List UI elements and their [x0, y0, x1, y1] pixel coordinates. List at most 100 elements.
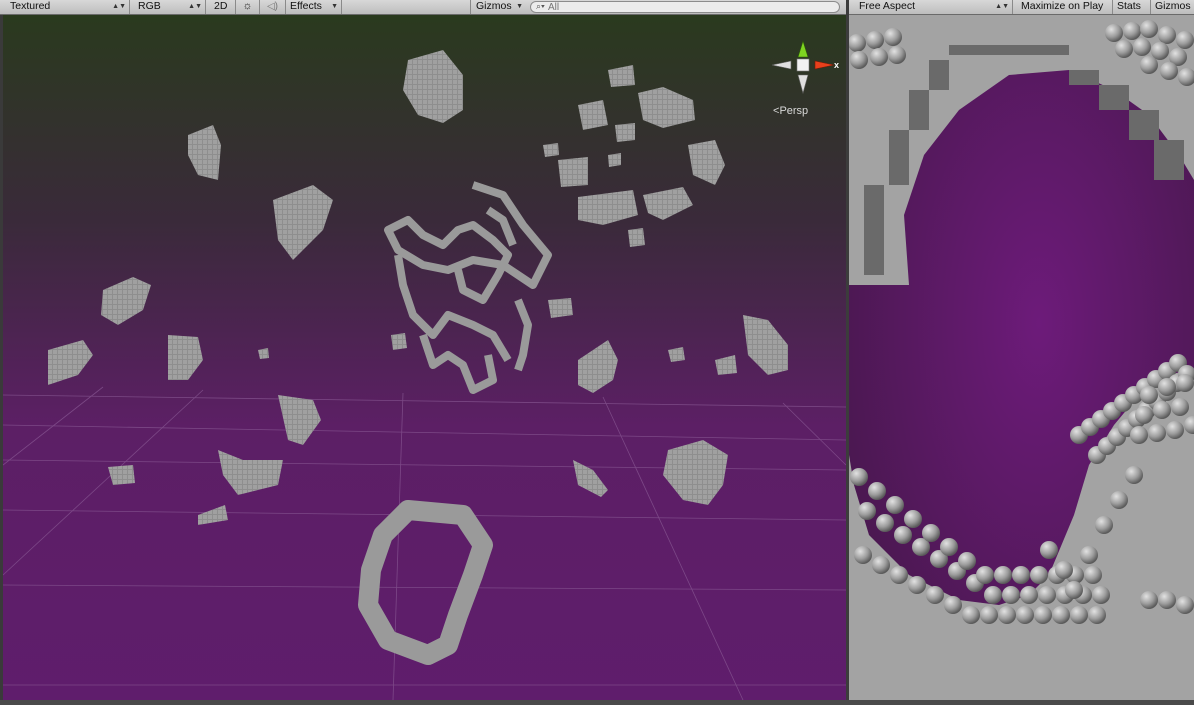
chevron-down-icon: ▲▼: [995, 3, 1009, 10]
maximize-on-play-label: Maximize on Play: [1021, 0, 1104, 12]
sphere: [962, 606, 980, 624]
sphere: [1070, 606, 1088, 624]
sphere: [850, 51, 868, 69]
sphere: [894, 526, 912, 544]
sphere: [1110, 491, 1128, 509]
2d-toggle-label: 2D: [214, 0, 228, 12]
effects-dropdown[interactable]: Effects ▼: [286, 0, 342, 14]
projection-label: Persp: [779, 105, 809, 117]
sphere: [886, 496, 904, 514]
game-gizmos-toggle[interactable]: Gizmos: [1151, 0, 1194, 14]
orientation-gizmo[interactable]: y x: [763, 35, 843, 115]
sphere: [854, 546, 872, 564]
voxel-ring: [358, 500, 493, 665]
sphere: [1002, 586, 1020, 604]
sphere: [1052, 606, 1070, 624]
sphere: [984, 586, 1002, 604]
game-toolbar: Free Aspect ▲▼ Maximize on Play Stats Gi…: [849, 0, 1194, 15]
scene-toolbar: Textured ▲▼ RGB ▲▼ 2D ☼ ◁) Effects ▼ Giz…: [0, 0, 846, 15]
gizmo-center-cube: [796, 58, 810, 72]
sphere: [1016, 606, 1034, 624]
search-icon: ⌕▾: [536, 1, 545, 11]
scene-gizmos-label: Gizmos: [476, 0, 512, 12]
sphere: [1115, 40, 1133, 58]
chevron-down-icon: ▼: [331, 3, 338, 10]
chevron-down-icon: ▲▼: [112, 3, 126, 10]
sphere: [1166, 421, 1184, 439]
maximize-on-play-toggle[interactable]: Maximize on Play: [1017, 0, 1113, 14]
scene-search-field[interactable]: ⌕▾: [530, 1, 840, 13]
voxel-fragments: [48, 50, 788, 525]
sphere: [1140, 591, 1158, 609]
sphere: [944, 596, 962, 614]
sphere: [1020, 586, 1038, 604]
scene-render: [3, 50, 846, 700]
2d-toggle-button[interactable]: 2D: [210, 0, 236, 14]
sphere: [876, 514, 894, 532]
voxel-network: [384, 181, 552, 394]
x-axis-label: x: [834, 60, 839, 70]
effects-label: Effects: [290, 0, 322, 12]
shading-mode-label: Textured: [10, 0, 51, 12]
aspect-dropdown[interactable]: Free Aspect ▲▼: [855, 0, 1013, 14]
game-viewport[interactable]: [849, 15, 1194, 700]
sphere: [1092, 586, 1110, 604]
sphere: [1088, 606, 1106, 624]
sphere: [858, 502, 876, 520]
audio-toggle-button[interactable]: ◁): [260, 0, 286, 14]
sphere: [1080, 546, 1098, 564]
sphere: [958, 552, 976, 570]
sphere: [908, 576, 926, 594]
sphere: [1153, 401, 1171, 419]
chevron-down-icon: ▼: [516, 3, 523, 10]
y-axis-cone: [797, 39, 809, 58]
sphere: [1176, 596, 1194, 614]
shading-mode-dropdown[interactable]: Textured ▲▼: [6, 0, 130, 14]
neg-y-axis-cone: [797, 74, 809, 95]
lighting-toggle-button[interactable]: ☼: [236, 0, 260, 14]
toolbar-separator: [470, 0, 471, 14]
sphere: [1176, 374, 1194, 392]
sphere: [1140, 20, 1158, 38]
sphere: [1135, 406, 1153, 424]
scene-viewport[interactable]: y x <Persp: [3, 15, 846, 700]
sphere: [1130, 426, 1148, 444]
sphere: [1125, 466, 1143, 484]
render-mode-dropdown[interactable]: RGB ▲▼: [134, 0, 206, 14]
aspect-label: Free Aspect: [859, 0, 916, 12]
x-axis-cone: [814, 60, 835, 70]
neg-x-axis-cone: [771, 60, 792, 70]
sphere: [1034, 606, 1052, 624]
sphere: [1123, 22, 1141, 40]
bottom-border: [0, 700, 1194, 705]
sphere: [1133, 38, 1151, 56]
sphere: [926, 586, 944, 604]
sphere: [1030, 566, 1048, 584]
sphere: [980, 606, 998, 624]
sphere: [1148, 424, 1166, 442]
sphere: [1065, 581, 1083, 599]
sphere: [1038, 586, 1056, 604]
sphere: [1105, 24, 1123, 42]
projection-toggle[interactable]: <Persp: [773, 105, 808, 117]
audio-icon: ◁): [266, 1, 279, 12]
sphere: [976, 566, 994, 584]
sphere: [1140, 386, 1158, 404]
stats-label: Stats: [1117, 0, 1141, 12]
sphere: [998, 606, 1016, 624]
sphere: [1012, 566, 1030, 584]
game-gizmos-label: Gizmos: [1155, 0, 1191, 12]
sphere: [870, 48, 888, 66]
sphere: [1095, 516, 1113, 534]
sphere: [868, 482, 886, 500]
sphere: [1158, 378, 1176, 396]
stats-toggle[interactable]: Stats: [1113, 0, 1151, 14]
sphere: [1140, 56, 1158, 74]
scene-gizmos-dropdown[interactable]: Gizmos ▼: [472, 0, 526, 14]
game-render: [849, 15, 1194, 700]
sphere: [940, 538, 958, 556]
sphere: [1055, 561, 1073, 579]
scene-search-input[interactable]: [548, 1, 832, 13]
render-mode-label: RGB: [138, 0, 161, 12]
sphere: [850, 468, 868, 486]
